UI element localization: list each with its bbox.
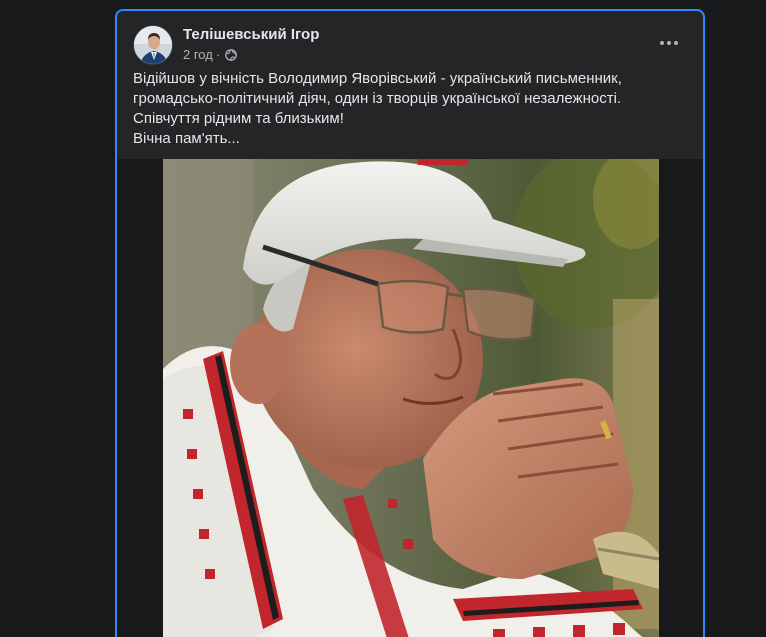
post-text: Відійшов у вічність Володимир Яворівськи… xyxy=(133,69,693,149)
post-photo[interactable] xyxy=(163,159,659,637)
more-options-button[interactable] xyxy=(651,31,687,55)
post-header: Телішевський Ігор 2 год · xyxy=(133,23,687,67)
more-options-icon xyxy=(659,41,680,45)
portrait-image xyxy=(163,159,659,637)
post-photo-container[interactable] xyxy=(117,159,703,637)
author-avatar[interactable] xyxy=(133,25,173,65)
post-text-line: громадсько-політичний діяч, один із твор… xyxy=(133,90,622,107)
post-text-line: Співчуття рідним та близьким! xyxy=(133,110,344,127)
post-meta: 2 год · xyxy=(183,47,238,62)
page-canvas: Телішевський Ігор 2 год · Відійшов у віч… xyxy=(0,0,766,637)
meta-separator: · xyxy=(215,47,221,62)
globe-icon[interactable] xyxy=(225,48,238,61)
post-text-line: Вічна пам'ять... xyxy=(133,130,240,147)
post-text-line: Відійшов у вічність Володимир Яворівськи… xyxy=(133,70,622,87)
post-card: Телішевський Ігор 2 год · Відійшов у віч… xyxy=(115,9,705,637)
author-name[interactable]: Телішевський Ігор xyxy=(183,26,319,43)
avatar-image xyxy=(134,26,172,64)
post-time[interactable]: 2 год xyxy=(183,47,213,62)
